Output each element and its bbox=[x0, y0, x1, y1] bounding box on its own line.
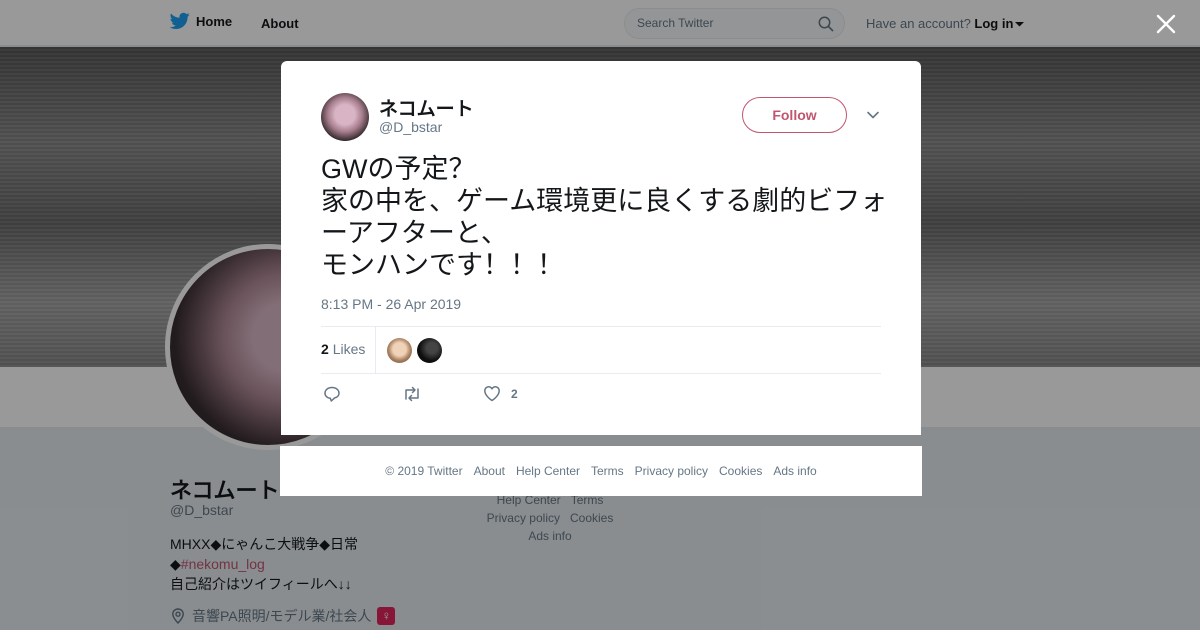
liker-avatar[interactable] bbox=[387, 338, 412, 363]
footer-link-about[interactable]: About bbox=[474, 464, 505, 478]
reply-icon bbox=[324, 386, 340, 402]
tweet-actions: 2 bbox=[321, 385, 881, 409]
stats-divider bbox=[375, 327, 376, 373]
tweet-author-handle[interactable]: @D_bstar bbox=[379, 119, 442, 135]
footer-link-privacy[interactable]: Privacy policy bbox=[635, 464, 708, 478]
like-count: 2 bbox=[511, 386, 518, 401]
tweet-author-avatar[interactable] bbox=[321, 93, 369, 141]
close-icon[interactable] bbox=[1156, 13, 1176, 37]
modal-footer: © 2019 Twitter About Help Center Terms P… bbox=[280, 446, 922, 496]
footer-link-help-center[interactable]: Help Center bbox=[516, 464, 580, 478]
tweet-modal: ネコムート @D_bstar Follow GWの予定？ 家の中を、ゲーム環境更… bbox=[281, 61, 921, 435]
reply-button[interactable] bbox=[323, 385, 341, 403]
follow-button[interactable]: Follow bbox=[742, 97, 847, 133]
retweet-icon bbox=[405, 386, 419, 402]
likes-count: 2 bbox=[321, 341, 329, 357]
footer-link-terms[interactable]: Terms bbox=[591, 464, 624, 478]
footer-link-cookies[interactable]: Cookies bbox=[719, 464, 762, 478]
liker-avatar[interactable] bbox=[417, 338, 442, 363]
retweet-button[interactable] bbox=[402, 385, 422, 403]
heart-icon bbox=[484, 386, 500, 402]
tweet-author-name[interactable]: ネコムート bbox=[379, 94, 474, 121]
footer-link-ads-info[interactable]: Ads info bbox=[773, 464, 816, 478]
likes-label: Likes bbox=[332, 341, 366, 357]
tweet-timestamp[interactable]: 8:13 PM - 26 Apr 2019 bbox=[321, 296, 461, 312]
likes-count-link[interactable]: 2 Likes bbox=[321, 341, 365, 357]
tweet-text: GWの予定？ 家の中を、ゲーム環境更に良くする劇的ビフォーアフターと、 モンハン… bbox=[321, 154, 888, 280]
chevron-down-icon[interactable] bbox=[866, 108, 880, 122]
like-button[interactable]: 2 bbox=[483, 385, 518, 402]
footer-copyright: © 2019 Twitter bbox=[385, 464, 463, 478]
tweet-stats: 2 Likes bbox=[321, 326, 881, 374]
